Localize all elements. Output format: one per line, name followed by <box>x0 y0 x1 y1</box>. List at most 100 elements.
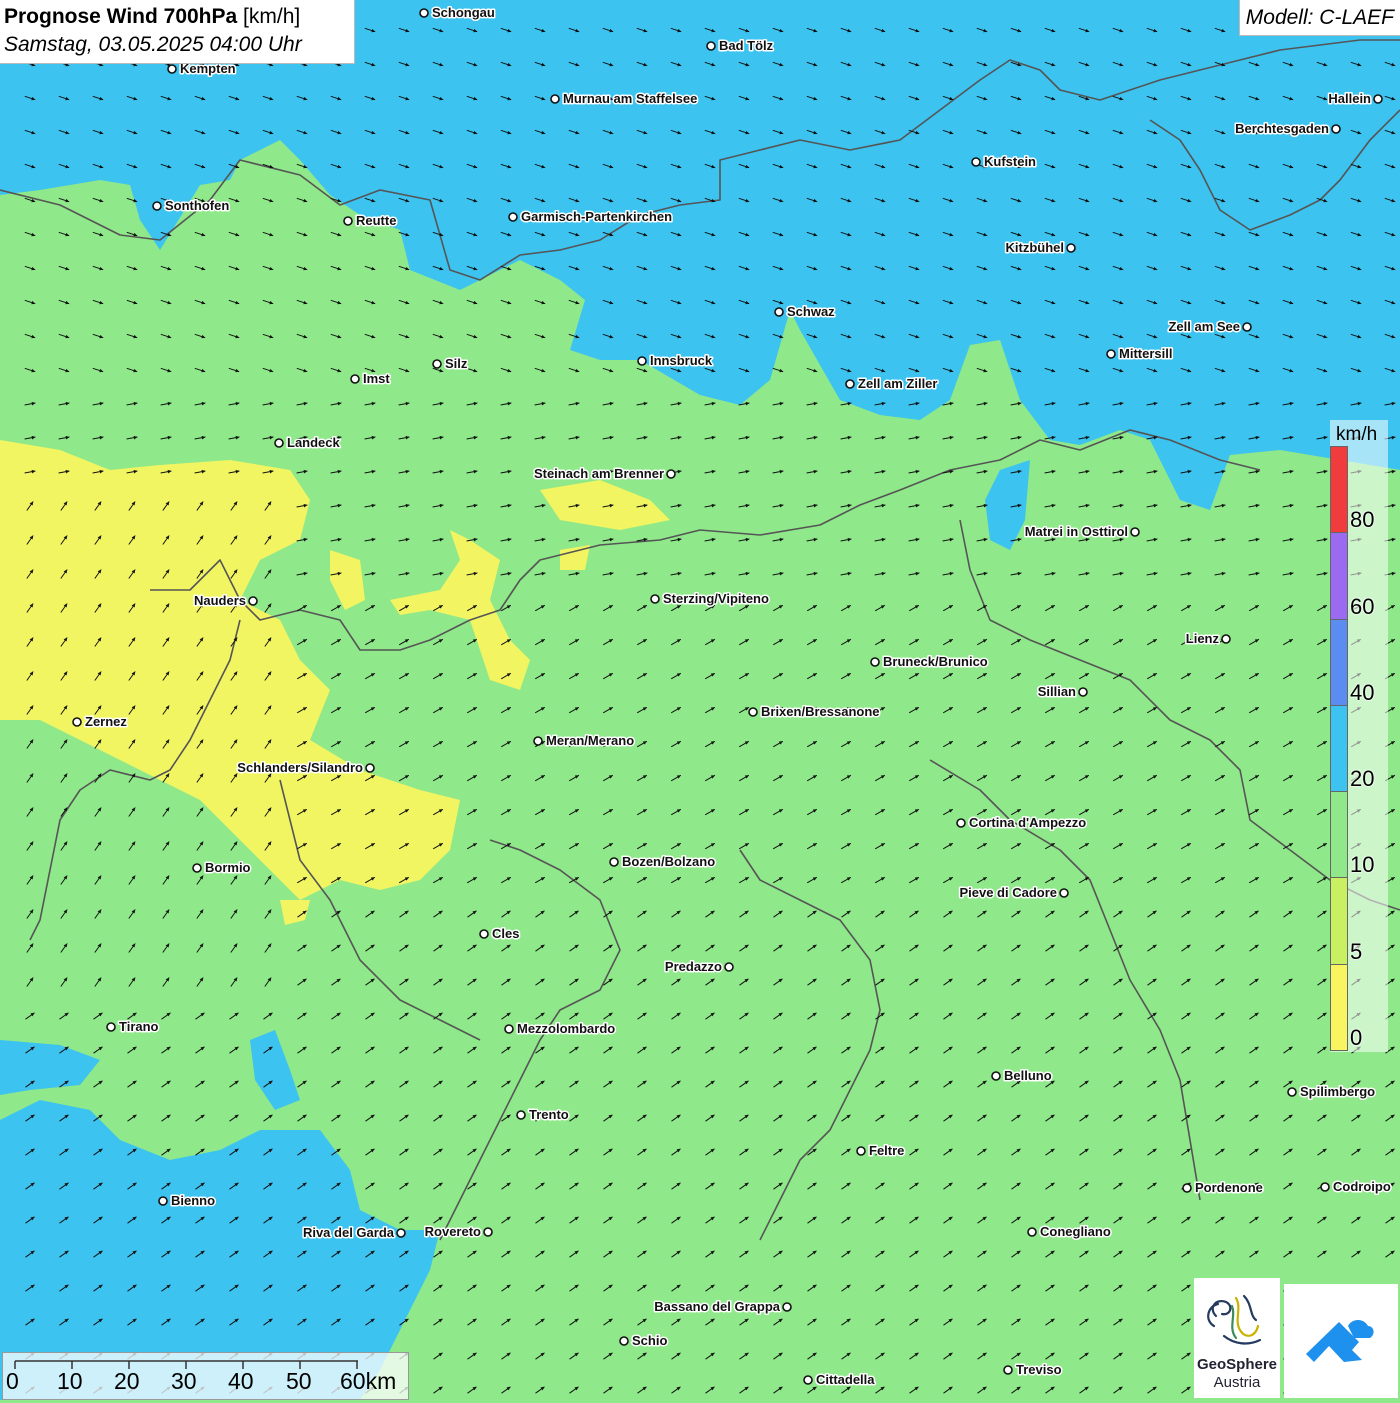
forecast-datetime: Samstag, 03.05.2025 04:00 Uhr <box>4 33 302 56</box>
city-marker[interactable]: Bruneck/Brunico <box>870 653 989 671</box>
city-label: Treviso <box>1016 1362 1062 1377</box>
model-label: Modell: C-LAEF <box>1238 0 1400 36</box>
city-label: Spilimbergo <box>1300 1084 1375 1099</box>
city-dot <box>419 8 429 18</box>
city-dot <box>1027 1227 1037 1237</box>
scale-bar-label: 10 <box>57 1368 83 1394</box>
wind-map[interactable]: SchongauBad TölzKemptenMurnau am Staffel… <box>0 0 1400 1400</box>
city-dot <box>870 657 880 667</box>
city-label: Silz <box>445 356 468 371</box>
city-label: Tirano <box>119 1019 159 1034</box>
scale-bar-label: 30 <box>171 1368 197 1394</box>
city-marker[interactable]: Garmisch-Partenkirchen <box>508 208 674 226</box>
city-marker[interactable]: Mezzolombardo <box>504 1020 617 1038</box>
city-label: Bormio <box>205 860 251 875</box>
city-label: Rovereto <box>425 1224 481 1239</box>
city-label: Lienz <box>1186 631 1220 646</box>
city-label: Mezzolombardo <box>517 1021 615 1036</box>
city-dot <box>516 1110 526 1120</box>
city-label: Schwaz <box>787 304 835 319</box>
city-marker[interactable]: Spilimbergo <box>1287 1083 1377 1101</box>
city-label: Feltre <box>869 1143 904 1158</box>
title-box: Prognose Wind 700hPa [km/h] Samstag, 03.… <box>0 0 355 64</box>
city-marker[interactable]: Bassano del Grappa <box>653 1298 792 1316</box>
city-dot <box>856 1146 866 1156</box>
city-marker[interactable]: Riva del Garda <box>301 1224 406 1242</box>
city-marker[interactable]: Matrei in Osttirol <box>1023 523 1140 541</box>
city-dot <box>533 736 543 746</box>
city-marker[interactable]: Pieve di Cadore <box>958 884 1069 902</box>
city-label: Berchtesgaden <box>1235 121 1329 136</box>
city-dot <box>774 307 784 317</box>
legend-tick-label: 40 <box>1350 679 1375 705</box>
city-marker[interactable]: Brixen/Bressanone <box>748 703 881 721</box>
city-label: Bassano del Grappa <box>654 1299 780 1314</box>
city-dot <box>1287 1087 1297 1097</box>
city-dot <box>158 1196 168 1206</box>
city-label: Landeck <box>287 435 341 450</box>
legend-tick-label: 20 <box>1350 766 1375 792</box>
city-label: Murnau am Staffelsee <box>563 91 697 106</box>
city-dot <box>479 929 489 939</box>
city-dot <box>1221 634 1231 644</box>
city-label: Cles <box>492 926 519 941</box>
city-dot <box>350 374 360 384</box>
legend-tick-label: 60 <box>1350 593 1375 619</box>
legend-color-bin <box>1330 704 1348 793</box>
city-dot <box>637 356 647 366</box>
city-label: Matrei in Osttirol <box>1025 524 1128 539</box>
city-marker[interactable]: Schlanders/Silandro <box>236 759 375 777</box>
city-dot <box>192 863 202 873</box>
city-label: Riva del Garda <box>303 1225 395 1240</box>
city-marker[interactable]: Innsbruck <box>637 352 714 370</box>
city-dot <box>1066 243 1076 253</box>
city-marker[interactable]: Sonthofen <box>152 197 231 215</box>
city-marker[interactable]: Murnau am Staffelsee <box>550 90 699 108</box>
city-marker[interactable]: Conegliano <box>1027 1223 1112 1241</box>
geosphere-logo[interactable]: GeoSphere Austria <box>1194 1278 1280 1398</box>
city-dot <box>504 1024 514 1034</box>
city-dot <box>248 596 258 606</box>
city-marker[interactable]: Berchtesgaden <box>1234 120 1341 138</box>
city-marker[interactable]: Schongau <box>419 4 496 22</box>
legend-color-bin <box>1330 446 1348 534</box>
city-dot <box>782 1302 792 1312</box>
city-dot <box>619 1336 629 1346</box>
city-label: Cortina d'Ampezzo <box>969 815 1086 830</box>
city-dot <box>748 707 758 717</box>
scale-bar-label: 20 <box>114 1368 140 1394</box>
city-label: Hallein <box>1328 91 1371 106</box>
city-dot <box>1242 322 1252 332</box>
scale-bar-label: 0 <box>6 1368 19 1394</box>
city-dot <box>483 1227 493 1237</box>
legend-unit: km/h <box>1336 424 1378 445</box>
legend-tick-label: 5 <box>1350 938 1363 964</box>
geosphere-name: GeoSphere <box>1196 1356 1278 1373</box>
city-marker[interactable]: Pordenone <box>1182 1179 1264 1197</box>
legend-tick-label: 80 <box>1350 507 1375 533</box>
city-dot <box>706 41 716 51</box>
city-dot <box>1331 124 1341 134</box>
city-marker[interactable]: Bozen/Bolzano <box>609 853 717 871</box>
city-dot <box>396 1228 406 1238</box>
city-dot <box>724 962 734 972</box>
city-label: Steinach am Brenner <box>534 466 664 481</box>
app-logo[interactable] <box>1284 1284 1398 1398</box>
city-marker[interactable]: Steinach am Brenner <box>532 465 676 483</box>
legend-color-bin <box>1330 877 1348 965</box>
city-dot <box>167 64 177 74</box>
city-label: Bruneck/Brunico <box>883 654 988 669</box>
city-marker[interactable]: Zell am Ziller <box>845 375 939 393</box>
city-marker[interactable]: Zell am See <box>1167 318 1252 336</box>
city-dot <box>971 157 981 167</box>
city-dot <box>1078 687 1088 697</box>
city-label: Garmisch-Partenkirchen <box>521 209 672 224</box>
city-dot <box>106 1022 116 1032</box>
city-marker[interactable]: Sterzing/Vipiteno <box>650 590 770 608</box>
map-title: Prognose Wind 700hPa [km/h] <box>4 5 300 29</box>
city-marker[interactable]: Meran/Merano <box>533 732 636 750</box>
city-dot <box>609 857 619 867</box>
city-marker[interactable]: Cortina d'Ampezzo <box>956 814 1088 832</box>
city-dot <box>1182 1183 1192 1193</box>
city-dot <box>666 469 676 479</box>
